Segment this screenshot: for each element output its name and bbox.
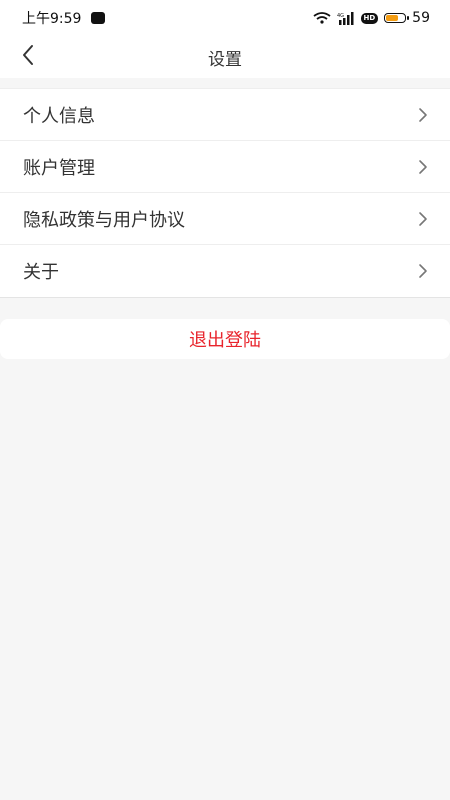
wifi-icon bbox=[312, 12, 331, 24]
status-bar: 上午9:59 4G HD 59 bbox=[0, 0, 450, 36]
menu-item-privacy-policy[interactable]: 隐私政策与用户协议 bbox=[0, 193, 450, 245]
menu-item-about[interactable]: 关于 bbox=[0, 245, 450, 297]
chevron-right-icon bbox=[418, 159, 428, 175]
cellular-signal-icon: 4G bbox=[337, 11, 355, 25]
menu-item-label: 账户管理 bbox=[23, 157, 95, 179]
status-time: 上午9:59 bbox=[22, 11, 82, 27]
battery-icon bbox=[384, 13, 409, 23]
settings-menu: 个人信息 账户管理 隐私政策与用户协议 关于 bbox=[0, 88, 450, 298]
battery-fill bbox=[386, 15, 398, 21]
page-title: 设置 bbox=[208, 49, 242, 70]
menu-item-personal-info[interactable]: 个人信息 bbox=[0, 89, 450, 141]
chevron-right-icon bbox=[418, 107, 428, 123]
menu-item-label: 个人信息 bbox=[23, 105, 95, 127]
battery-percentage: 59 bbox=[412, 10, 430, 26]
menu-item-label: 关于 bbox=[23, 262, 59, 283]
chevron-left-icon bbox=[21, 44, 35, 70]
menu-item-label: 隐私政策与用户协议 bbox=[23, 209, 185, 231]
hd-voice-badge: HD bbox=[360, 12, 379, 24]
status-bar-right: 4G HD 59 bbox=[312, 10, 430, 26]
status-bar-left: 上午9:59 bbox=[22, 8, 106, 28]
logout-button[interactable]: 退出登陆 bbox=[0, 319, 450, 359]
chevron-right-icon bbox=[418, 263, 428, 279]
chevron-right-icon bbox=[418, 211, 428, 227]
notification-app-icon bbox=[91, 12, 106, 24]
logout-label: 退出登陆 bbox=[189, 330, 261, 351]
menu-item-account-management[interactable]: 账户管理 bbox=[0, 141, 450, 193]
back-button[interactable] bbox=[14, 41, 42, 73]
navigation-bar: 设置 bbox=[0, 36, 450, 78]
